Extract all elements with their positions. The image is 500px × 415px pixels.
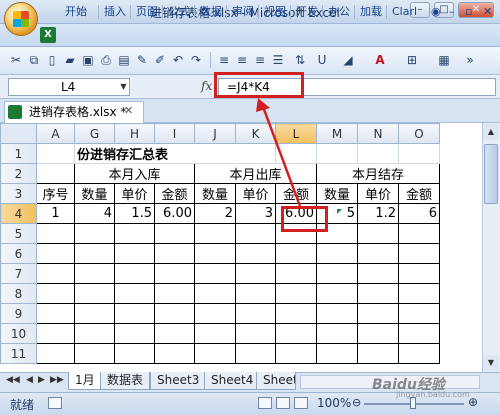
first-sheet-icon[interactable]: ◀◀ bbox=[6, 375, 20, 385]
status-mode: 就绪 bbox=[10, 398, 35, 412]
scroll-down-icon[interactable]: ▼ bbox=[483, 355, 499, 371]
scroll-thumb[interactable] bbox=[484, 144, 498, 204]
sheet-tab[interactable]: 数据表 bbox=[100, 372, 151, 390]
sheet-tab[interactable]: Sheet3 bbox=[150, 372, 207, 390]
scroll-up-icon[interactable]: ▲ bbox=[483, 124, 499, 140]
sheet-tab-active[interactable]: 1月 bbox=[68, 372, 102, 390]
last-sheet-icon[interactable]: ▶▶ bbox=[50, 375, 64, 385]
macro-record-icon[interactable] bbox=[48, 397, 62, 409]
office-button[interactable] bbox=[4, 2, 38, 36]
prev-sheet-icon[interactable]: ◀ bbox=[26, 375, 33, 385]
normal-view-icon[interactable] bbox=[258, 397, 272, 409]
zoom-level[interactable]: 100% bbox=[317, 396, 351, 410]
page-break-icon[interactable] bbox=[294, 397, 308, 409]
sheet-tab[interactable]: Sheet bbox=[256, 372, 296, 390]
office-logo-icon bbox=[13, 11, 29, 27]
next-sheet-icon[interactable]: ▶ bbox=[38, 375, 45, 385]
page-layout-icon[interactable] bbox=[276, 397, 290, 409]
sheet-tab[interactable]: Sheet4 bbox=[204, 372, 261, 390]
annotation-arrow bbox=[256, 98, 302, 207]
watermark-url: jingyan.baidu.com bbox=[396, 390, 470, 399]
zoom-out-icon[interactable]: ⊖ bbox=[352, 396, 361, 409]
